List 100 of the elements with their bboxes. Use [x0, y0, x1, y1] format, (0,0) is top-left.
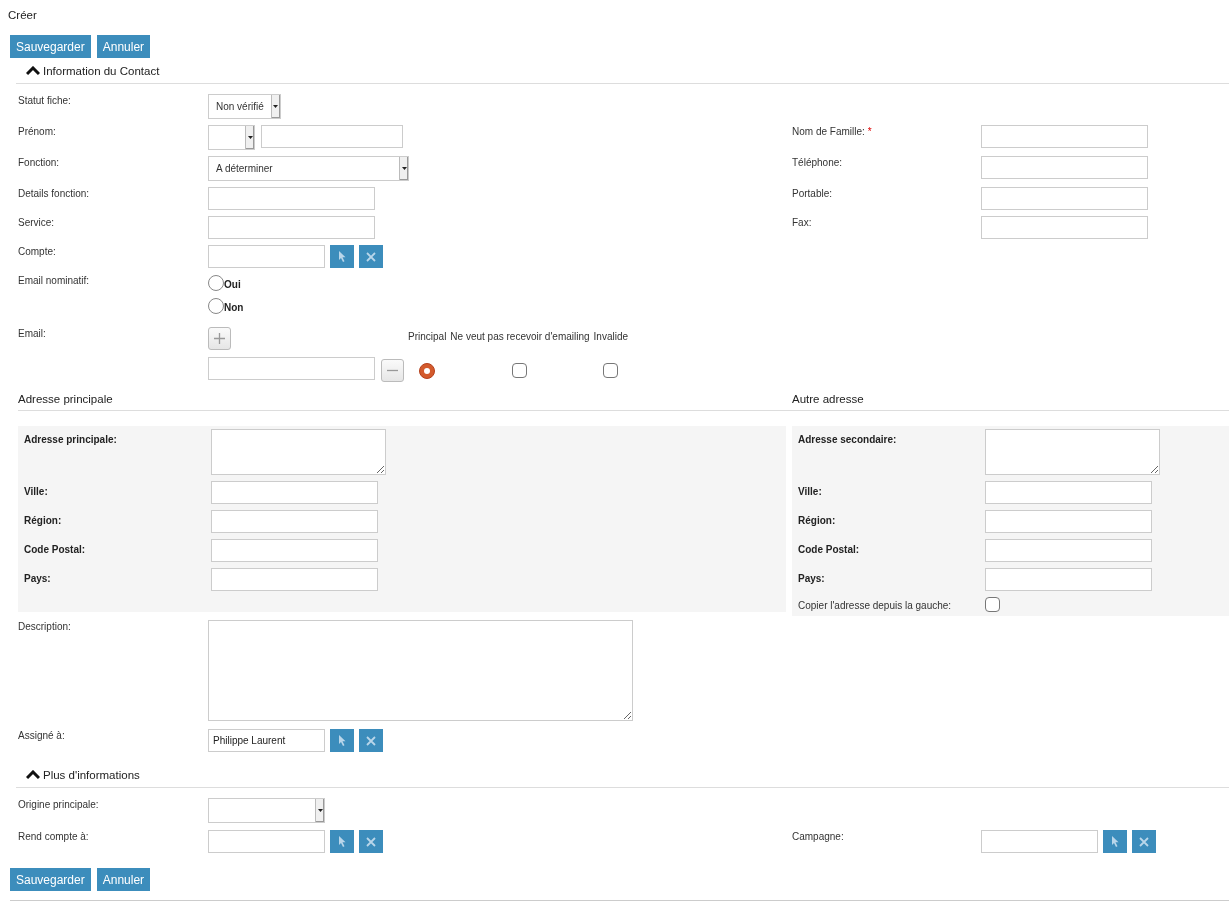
field-label: Adresse principale:: [24, 433, 117, 447]
text-field[interactable]: [211, 510, 378, 533]
cursor-icon: [1111, 836, 1119, 847]
text-field[interactable]: [981, 156, 1148, 179]
add-button[interactable]: [208, 327, 231, 350]
dropdown[interactable]: [208, 798, 325, 823]
section-title: Autre adresse: [792, 393, 865, 407]
save-button[interactable]: Sauvegarder: [10, 35, 91, 58]
field-label: Fonction:: [18, 156, 60, 170]
clear-button[interactable]: [359, 830, 383, 853]
section-title: Adresse principale: [18, 393, 114, 407]
field-label: Code Postal:: [798, 543, 860, 557]
cancel-button[interactable]: Annuler: [96, 35, 151, 58]
field-label: Adresse secondaire:: [798, 433, 897, 447]
section-toggle[interactable]: Plus d'informations: [26, 768, 140, 781]
field-label: Région:: [798, 514, 836, 528]
relate-field[interactable]: [208, 830, 325, 853]
cursor-icon: [338, 836, 346, 847]
field-label: Ville:: [798, 485, 822, 499]
field-label: Nom de Famille: *: [792, 125, 872, 139]
radio-button[interactable]: [208, 298, 224, 314]
chevron-up-icon: [26, 65, 40, 76]
address-field[interactable]: [985, 429, 1160, 475]
relate-field[interactable]: [981, 830, 1098, 853]
text-field[interactable]: [981, 216, 1148, 239]
close-icon: [366, 735, 376, 746]
column-header: Principal: [408, 330, 447, 344]
text-field[interactable]: [985, 510, 1152, 533]
close-icon: [366, 836, 376, 847]
clear-button[interactable]: [1132, 830, 1156, 853]
dropdown[interactable]: [208, 125, 255, 150]
text-field[interactable]: [985, 568, 1152, 591]
description-field[interactable]: [208, 620, 633, 721]
select-button[interactable]: [1103, 830, 1127, 853]
field-label: Pays:: [24, 572, 51, 586]
text-field[interactable]: [211, 539, 378, 562]
radio-button[interactable]: [419, 363, 436, 379]
relate-field[interactable]: [208, 245, 325, 268]
field-label: Pays:: [798, 572, 825, 586]
field-label: Fax:: [792, 216, 812, 230]
plus-icon: [214, 333, 225, 344]
radio-button[interactable]: [208, 275, 224, 291]
field-label: Rend compte à:: [18, 830, 89, 844]
select-button[interactable]: [330, 830, 354, 853]
field-label: Origine principale:: [18, 798, 99, 812]
remove-button[interactable]: [381, 359, 404, 382]
text-field[interactable]: [208, 187, 375, 210]
dropdown[interactable]: Non vérifié: [208, 94, 281, 119]
field-label: Assigné à:: [18, 729, 65, 743]
field-label: Statut fiche:: [18, 94, 71, 108]
text-field[interactable]: [985, 539, 1152, 562]
column-header: Ne veut pas recevoir d'emailing: [450, 330, 590, 344]
close-icon: [1139, 836, 1149, 847]
radio-label: Non: [224, 302, 244, 314]
checkbox[interactable]: [985, 597, 1000, 612]
text-field[interactable]: [985, 481, 1152, 504]
cancel-button[interactable]: Annuler: [96, 868, 151, 891]
text-field[interactable]: [981, 187, 1148, 210]
field-label: Prénom:: [18, 125, 56, 139]
field-label: Région:: [24, 514, 62, 528]
required-mark: *: [867, 126, 872, 137]
select-button[interactable]: [330, 245, 354, 268]
field-label: Code Postal:: [24, 543, 86, 557]
field-label: Téléphone:: [792, 156, 843, 170]
clear-button[interactable]: [359, 245, 383, 268]
cursor-icon: [338, 251, 346, 262]
page-title: Créer: [7, 8, 38, 23]
address-field[interactable]: [211, 429, 386, 475]
caret-icon: [247, 136, 253, 139]
save-button[interactable]: Sauvegarder: [10, 868, 91, 891]
field-label: Email:: [18, 327, 46, 341]
checkbox[interactable]: [603, 363, 619, 378]
field-label: Compte:: [18, 245, 56, 259]
text-field[interactable]: [211, 568, 378, 591]
select-button[interactable]: [330, 729, 354, 752]
radio-label: Oui: [224, 279, 241, 291]
clear-button[interactable]: [359, 729, 383, 752]
field-label: Copier l'adresse depuis la gauche:: [798, 599, 952, 612]
text-field[interactable]: [208, 216, 375, 239]
caret-icon: [401, 167, 407, 170]
field-label: Ville:: [24, 485, 48, 499]
caret-icon: [317, 809, 323, 812]
field-label: Portable:: [792, 187, 833, 201]
text-field[interactable]: [261, 125, 403, 148]
text-field[interactable]: [981, 125, 1148, 148]
field-label: Description:: [18, 620, 71, 634]
checkbox[interactable]: [512, 363, 528, 378]
field-label: Service:: [18, 216, 55, 230]
chevron-up-icon: [26, 769, 40, 780]
field-label: Email nominatif:: [18, 274, 90, 288]
field-label: Campagne:: [792, 830, 844, 844]
relate-field[interactable]: Philippe Laurent: [208, 729, 325, 752]
column-header: Invalide: [593, 330, 629, 344]
email-field[interactable]: [208, 357, 375, 380]
caret-icon: [273, 105, 279, 108]
section-toggle[interactable]: Information du Contact: [26, 64, 160, 77]
dropdown[interactable]: A déterminer: [208, 156, 409, 181]
cursor-icon: [338, 735, 346, 746]
close-icon: [366, 251, 376, 262]
text-field[interactable]: [211, 481, 378, 504]
